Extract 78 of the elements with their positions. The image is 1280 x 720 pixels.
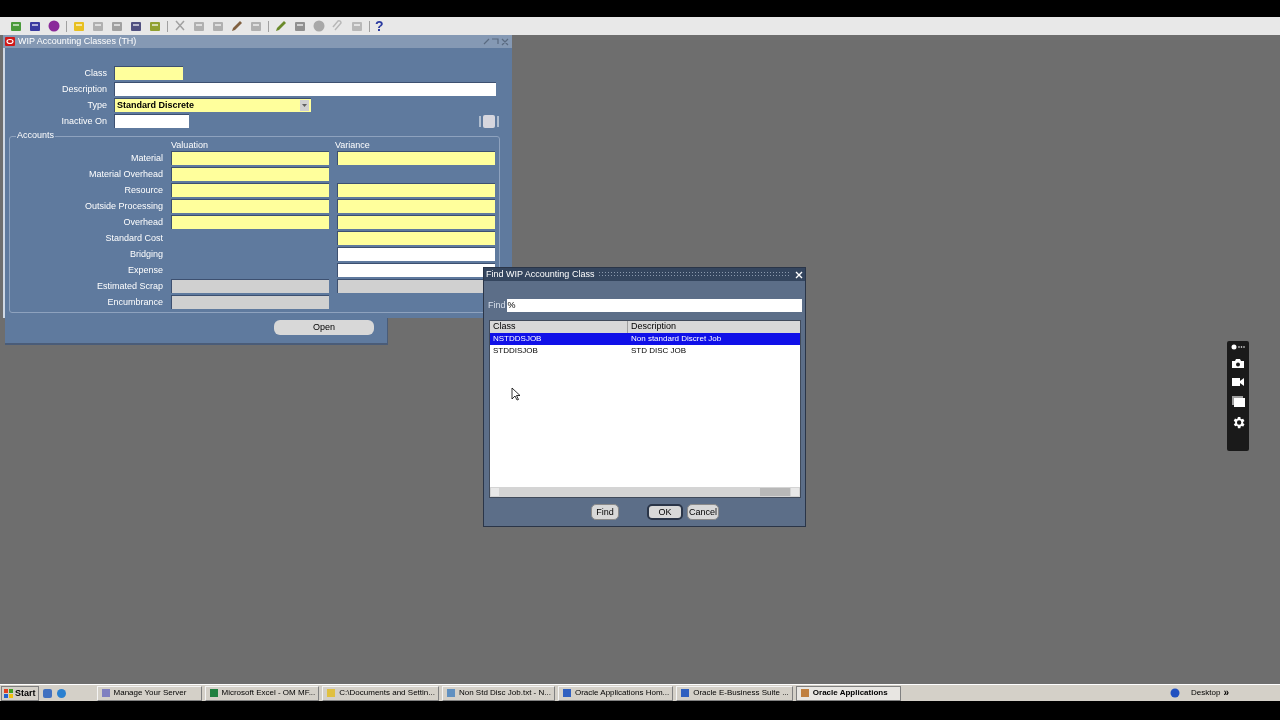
help-button[interactable]: ?: [375, 19, 384, 33]
field-label: Bridging: [128, 249, 163, 259]
column-header: Variance: [335, 139, 371, 150]
video-camera-icon[interactable]: [1231, 377, 1245, 387]
taskbar-item[interactable]: Microsoft Excel - OM MF...: [204, 685, 320, 701]
taskbar-item[interactable]: Oracle Applications Hom...: [557, 685, 674, 701]
find-field[interactable]: %: [506, 299, 802, 312]
dialog-button[interactable]: Cancel: [687, 504, 719, 520]
input-field[interactable]: [171, 151, 329, 165]
start-button[interactable]: Start: [1, 685, 39, 701]
table-cell-text: Non standard Discret Job: [630, 335, 723, 343]
open-button[interactable]: Open: [274, 320, 374, 335]
dialog-title: Find WIP Accounting Class: [486, 270, 595, 279]
horizontal-scrollbar[interactable]: [490, 487, 800, 497]
camera-icon[interactable]: [1231, 358, 1245, 369]
input-field[interactable]: [114, 114, 189, 128]
dropdown-field[interactable]: Standard Discrete: [114, 98, 311, 112]
field-label: Type: [86, 100, 107, 110]
field-label: Resource: [123, 185, 163, 195]
input-field[interactable]: [171, 295, 329, 309]
table-cell-text: STDDISJOB: [492, 347, 539, 355]
windows-logo-icon: [4, 688, 13, 698]
app-icon: [326, 688, 337, 698]
find-label: Find: [488, 301, 506, 310]
app-icon: [799, 688, 810, 698]
input-field[interactable]: [171, 167, 329, 181]
input-field[interactable]: [171, 279, 329, 293]
window-title: WIP Accounting Classes (TH): [18, 37, 137, 46]
desktop-toolbar-label: Desktop: [1191, 689, 1221, 697]
table-cell-text: NSTDDSJOB: [492, 335, 543, 343]
field-label: Inactive On: [60, 116, 107, 126]
taskbar-item[interactable]: Non Std Disc Job.txt - N...: [441, 685, 555, 701]
field-label: Overhead: [122, 217, 163, 227]
field-label: Material Overhead: [87, 169, 163, 179]
taskbar-item[interactable]: C:\Documents and Settin...: [322, 685, 439, 701]
field-label: Estimated Scrap: [95, 281, 163, 291]
table-cell-text: STD DISC JOB: [630, 347, 688, 355]
input-field[interactable]: [171, 199, 329, 213]
input-field[interactable]: [337, 247, 495, 261]
field-label: Class: [83, 68, 107, 78]
column-header: Valuation: [171, 139, 209, 150]
oracle-logo-icon: [5, 37, 15, 46]
taskbar-item[interactable]: Manage Your Server: [96, 685, 202, 701]
pen-icon[interactable]: [274, 19, 288, 33]
input-field[interactable]: [114, 82, 496, 96]
field-label: Outside Processing: [83, 201, 163, 211]
input-field[interactable]: [337, 151, 495, 165]
input-field[interactable]: [337, 231, 495, 245]
field-label: Description: [60, 84, 107, 94]
field-label: Expense: [126, 265, 163, 275]
field-label: Standard Cost: [104, 233, 163, 243]
dialog-button[interactable]: OK: [647, 504, 683, 520]
input-field[interactable]: [114, 66, 183, 80]
group-title: Accounts: [16, 131, 56, 140]
app-icon: [100, 688, 111, 698]
app-icon: [208, 688, 219, 698]
mouse-pointer-icon: [511, 387, 521, 401]
input-field[interactable]: [337, 183, 495, 197]
taskbar-item[interactable]: Oracle Applications: [795, 685, 901, 701]
paperclip-icon[interactable]: [331, 19, 345, 33]
input-field[interactable]: [337, 199, 495, 213]
toolbar-chevron[interactable]: »: [1223, 688, 1229, 698]
input-field[interactable]: [171, 215, 329, 229]
field-label: Material: [130, 153, 163, 163]
pencil-icon[interactable]: [230, 19, 244, 33]
pin-icon[interactable]: [1231, 344, 1245, 350]
list-row[interactable]: NSTDDSJOB Non standard Discret Job: [490, 333, 800, 345]
windows-icon[interactable]: [1231, 395, 1245, 407]
column-header[interactable]: Description: [628, 321, 800, 333]
taskbar-item[interactable]: Oracle E-Business Suite ...: [676, 685, 793, 701]
input-field[interactable]: [171, 183, 329, 197]
app-icon: [561, 688, 572, 698]
app-icon: [445, 688, 456, 698]
close-icon[interactable]: [795, 270, 803, 279]
input-field[interactable]: [337, 215, 495, 229]
app-icon: [680, 688, 691, 698]
field-label: Encumbrance: [106, 297, 163, 307]
dialog-button[interactable]: Find: [591, 504, 619, 520]
